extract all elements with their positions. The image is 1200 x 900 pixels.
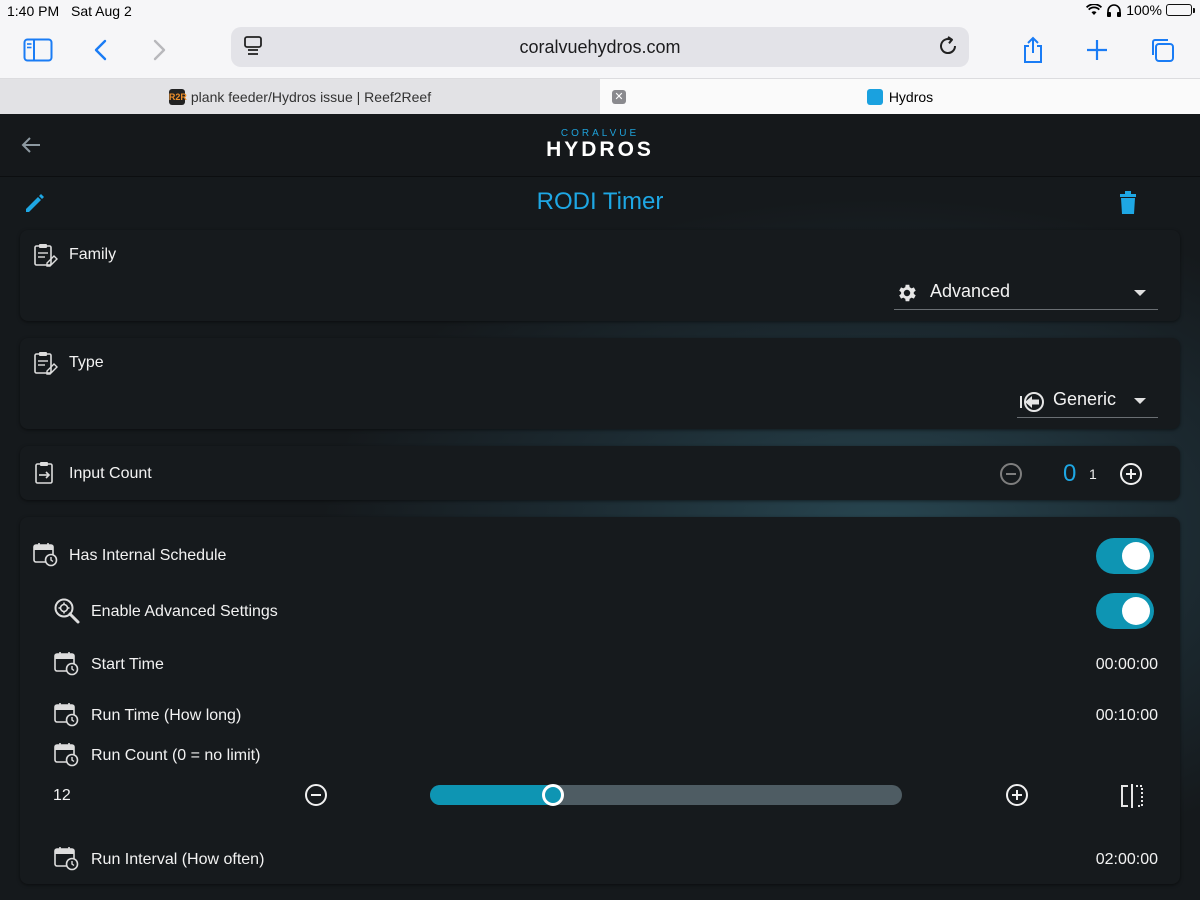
new-tab-icon[interactable] [1079,32,1115,68]
logo-main-text: HYDROS [546,138,654,161]
headphones-icon [1107,3,1122,17]
status-time: 1:40 PM [7,3,60,19]
input-arrow-icon [1020,392,1044,412]
input-count-max: 1 [1089,466,1097,482]
app-header: CORALVUE HYDROS [0,114,1200,177]
status-date: Sat Aug 2 [71,3,132,19]
chevron-down-icon [1134,398,1146,404]
sidebar-icon[interactable] [20,32,56,68]
family-select[interactable]: Advanced [894,277,1158,310]
start-time-label: Start Time [91,656,164,673]
page-title: RODI Timer [536,188,664,215]
calendar-clock-icon [54,652,79,676]
decrement-icon[interactable] [999,462,1023,486]
gear-icon [899,284,916,302]
split-view-icon[interactable] [1120,783,1144,809]
run-count-value: 12 [53,787,71,804]
run-time-value[interactable]: 00:10:00 [1096,707,1158,725]
close-tab-icon[interactable]: ✕ [612,90,626,104]
status-bar: 1:40 PM Sat Aug 2 100% [0,0,1200,22]
reload-icon[interactable] [937,35,959,57]
type-select[interactable]: Generic [1017,385,1158,418]
calendar-clock-icon [54,847,79,871]
hydros-app: CORALVUE HYDROS RODI Timer Family Advanc… [0,114,1200,900]
search-gear-icon [54,598,80,624]
family-card: Family Advanced [20,230,1180,321]
reef2reef-favicon-icon: R2R [168,89,187,105]
tabs-overview-icon[interactable] [1144,32,1180,68]
run-interval-label: Run Interval (How often) [91,851,265,868]
chevron-down-icon [1134,290,1146,296]
clipboard-edit-icon [34,352,58,375]
increment-icon[interactable] [1119,462,1143,486]
calendar-clock-icon [54,703,79,727]
title-row: RODI Timer [0,176,1200,230]
calendar-clock-icon [54,743,79,767]
family-value: Advanced [930,281,1011,301]
increment-icon[interactable] [1005,783,1029,807]
hydros-logo: CORALVUE HYDROS [0,128,1200,162]
enable-advanced-label: Enable Advanced Settings [91,603,278,620]
tab-title: plank feeder/Hydros issue | Reef2Reef [190,89,432,105]
schedule-card: Has Internal Schedule Enable Advanced Se… [20,517,1180,884]
input-count-current: 0 [1063,460,1077,487]
forward-icon[interactable] [141,32,177,68]
hydros-favicon-icon [866,89,883,105]
browser-toolbar: coralvuehydros.com [0,22,1200,78]
address-bar[interactable]: coralvuehydros.com [231,27,969,67]
tab-reef2reef[interactable]: R2R plank feeder/Hydros issue | Reef2Ree… [0,79,600,115]
tab-title: Hydros [888,89,934,105]
input-count-label: Input Count [69,465,152,482]
start-time-value[interactable]: 00:00:00 [1096,656,1158,674]
decrement-icon[interactable] [304,783,328,807]
run-interval-value[interactable]: 02:00:00 [1096,851,1158,869]
family-label: Family [69,246,117,263]
clipboard-input-icon [35,462,53,484]
trash-icon[interactable] [1117,190,1139,216]
type-value: Generic [1053,389,1117,409]
slider-fill [430,785,553,805]
has-internal-schedule-label: Has Internal Schedule [69,547,227,564]
share-icon[interactable] [1015,32,1051,68]
enable-advanced-toggle[interactable] [1096,593,1154,629]
wifi-icon [1086,4,1103,15]
type-card: Type Generic [20,338,1180,429]
run-count-label: Run Count (0 = no limit) [91,747,261,764]
has-internal-schedule-toggle[interactable] [1096,538,1154,574]
run-time-label: Run Time (How long) [91,707,242,724]
calendar-clock-icon [33,543,58,567]
battery-percent: 100% [1126,2,1162,18]
url-text: coralvuehydros.com [519,37,681,57]
type-label: Type [69,354,104,371]
tab-bar: R2R plank feeder/Hydros issue | Reef2Ree… [0,78,1200,115]
clipboard-edit-icon [34,244,58,267]
tab-hydros[interactable]: ✕ Hydros [600,79,1200,115]
input-count-card: Input Count 0 1 [20,446,1180,500]
slider-thumb[interactable] [541,784,564,806]
battery-icon [1166,4,1195,16]
back-icon[interactable] [83,32,119,68]
run-count-slider[interactable] [430,784,902,806]
